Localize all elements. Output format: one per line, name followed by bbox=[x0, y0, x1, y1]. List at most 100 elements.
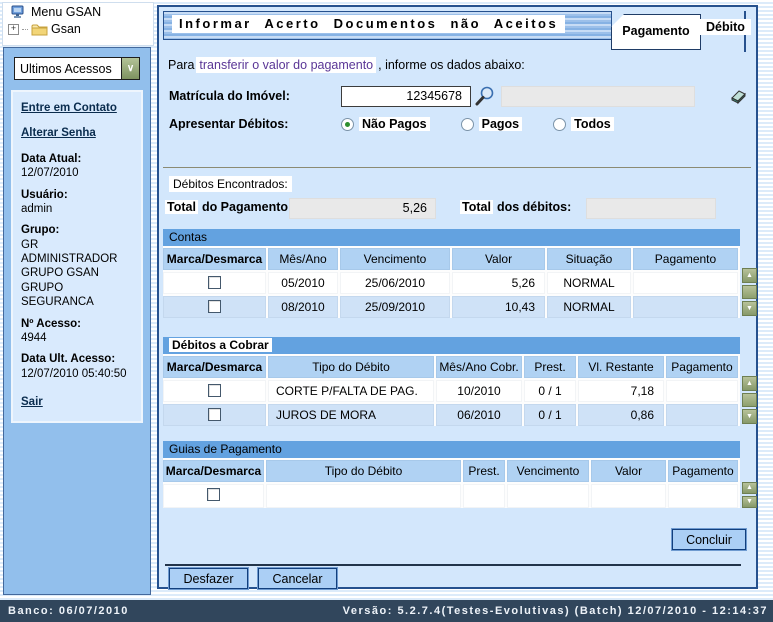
total-debitos-field bbox=[586, 198, 716, 219]
column-header: Vl. Restante bbox=[578, 356, 664, 378]
scrollbar-up-button[interactable]: ▲ bbox=[742, 376, 757, 391]
data-ult-acesso-label: Data Ult. Acesso: bbox=[21, 352, 135, 366]
radio-todos-label[interactable]: Todos bbox=[571, 117, 614, 131]
guias-scrollbar: ▲ ▼ bbox=[742, 482, 757, 508]
desfazer-button[interactable]: Desfazer bbox=[169, 568, 248, 589]
radio-nao-pagos[interactable] bbox=[341, 118, 354, 131]
cell-tipo-debito bbox=[266, 484, 461, 508]
cell-tipo-debito: CORTE P/FALTA DE PAG. bbox=[268, 380, 434, 402]
data-atual-value: 12/07/2010 bbox=[21, 166, 135, 180]
cell-pagamento bbox=[666, 404, 738, 426]
matricula-label: Matrícula do Imóvel: bbox=[169, 89, 341, 103]
column-header: Mês/Ano bbox=[268, 248, 338, 270]
usuario-value: admin bbox=[21, 202, 135, 216]
bottom-divider bbox=[165, 564, 741, 566]
search-icon[interactable] bbox=[474, 85, 495, 107]
matricula-name-field bbox=[501, 86, 695, 107]
main-panel: Informar Acerto Documentos não Aceitos P… bbox=[157, 5, 758, 589]
page-title: Informar Acerto Documentos não Aceitos bbox=[172, 15, 565, 33]
radio-pagos[interactable] bbox=[461, 118, 474, 131]
scrollbar-down-button[interactable]: ▼ bbox=[742, 409, 757, 424]
scrollbar-thumb[interactable] bbox=[742, 393, 757, 407]
usuario-label: Usuário: bbox=[21, 188, 135, 202]
menu-gsan-item[interactable]: Menu GSAN bbox=[3, 3, 153, 19]
cell-situacao: NORMAL bbox=[547, 272, 631, 294]
cell-mes-ano: 08/2010 bbox=[268, 296, 338, 318]
cancelar-button[interactable]: Cancelar bbox=[258, 568, 337, 589]
row-checkbox[interactable] bbox=[208, 276, 221, 289]
tree-connector bbox=[22, 29, 28, 30]
table-row: 08/2010 25/09/2010 10,43 NORMAL bbox=[163, 296, 740, 318]
debitos-table: Débitos a Cobrar Marca/Desmarca Tipo do … bbox=[163, 337, 740, 426]
table-row: JUROS DE MORA 06/2010 0 / 1 0,86 bbox=[163, 404, 740, 426]
table-row bbox=[163, 484, 740, 508]
column-header: Pagamento bbox=[668, 460, 738, 482]
scrollbar-down-button[interactable]: ▼ bbox=[742, 301, 757, 316]
ultimos-acessos-select[interactable]: Ultimos Acessos ∨ bbox=[14, 57, 140, 80]
menu-box: Menu GSAN + Gsan bbox=[2, 2, 154, 46]
contas-table: Contas Marca/Desmarca Mês/Ano Vencimento… bbox=[163, 229, 740, 318]
debitos-table-band: Débitos a Cobrar bbox=[163, 337, 740, 354]
num-acesso-value: 4944 bbox=[21, 331, 135, 345]
cell-valor: 10,43 bbox=[452, 296, 545, 318]
computer-icon bbox=[11, 5, 26, 19]
scrollbar-up-button[interactable]: ▲ bbox=[742, 268, 757, 283]
totals-row: Totaldo Pagamento: 5,26 Totaldos débitos… bbox=[163, 198, 755, 220]
cell-pagamento bbox=[666, 380, 738, 402]
column-header: Pagamento bbox=[633, 248, 738, 270]
radio-pagos-label[interactable]: Pagos bbox=[479, 117, 523, 131]
link-entre-em-contato[interactable]: Entre em Contato bbox=[21, 101, 135, 115]
row-checkbox[interactable] bbox=[207, 488, 220, 501]
tree-item-gsan[interactable]: + Gsan bbox=[3, 19, 153, 36]
total-pagamento-label: Totaldo Pagamento: bbox=[165, 200, 292, 214]
footer-bar: Banco: 06/07/2010 Versão: 5.2.7.4(Testes… bbox=[0, 600, 773, 622]
data-atual-label: Data Atual: bbox=[21, 152, 135, 166]
sidebar: Ultimos Acessos ∨ Entre em Contato Alter… bbox=[3, 47, 151, 595]
column-header: Pagamento bbox=[666, 356, 738, 378]
menu-gsan-label: Menu GSAN bbox=[31, 5, 101, 19]
user-info-panel: Entre em Contato Alterar Senha Data Atua… bbox=[11, 90, 143, 423]
data-ult-acesso-value: 12/07/2010 05:40:50 bbox=[21, 367, 135, 381]
footer-versao: Versão: 5.2.7.4(Testes-Evolutivas) (Batc… bbox=[343, 605, 773, 617]
row-checkbox[interactable] bbox=[208, 408, 221, 421]
tree-expander-icon[interactable]: + bbox=[8, 24, 19, 35]
cell-valor: 5,26 bbox=[452, 272, 545, 294]
link-alterar-senha[interactable]: Alterar Senha bbox=[21, 126, 135, 140]
scrollbar-thumb[interactable] bbox=[742, 285, 757, 299]
debitos-scrollbar: ▲ ▼ bbox=[742, 376, 757, 424]
intro-suffix: , informe os dados abaixo: bbox=[378, 58, 525, 72]
column-header: Tipo do Débito bbox=[268, 356, 434, 378]
intro-text: Paratransferir o valor do pagamento, inf… bbox=[168, 58, 525, 72]
tab-pagamento[interactable]: Pagamento bbox=[611, 14, 701, 50]
debitos-table-title: Débitos a Cobrar bbox=[169, 338, 272, 352]
cell-mes-ano-cobr: 06/2010 bbox=[436, 404, 522, 426]
num-acesso-label: Nº Acesso: bbox=[21, 317, 135, 331]
row-checkbox[interactable] bbox=[208, 384, 221, 397]
chevron-down-icon[interactable]: ∨ bbox=[121, 58, 139, 79]
column-header: Mês/Ano Cobr. bbox=[436, 356, 522, 378]
scrollbar-down-button[interactable]: ▼ bbox=[742, 496, 757, 508]
cell-vl-restante: 7,18 bbox=[578, 380, 664, 402]
row-checkbox[interactable] bbox=[208, 300, 221, 313]
column-header: Prest. bbox=[524, 356, 576, 378]
scrollbar-up-button[interactable]: ▲ bbox=[742, 482, 757, 494]
ultimos-acessos-value: Ultimos Acessos bbox=[20, 62, 112, 76]
total-pagamento-field: 5,26 bbox=[289, 198, 436, 219]
cell-pagamento bbox=[633, 296, 738, 318]
apresentar-radio-group: Não Pagos Pagos Todos bbox=[341, 117, 638, 131]
contas-header-row: Marca/Desmarca Mês/Ano Vencimento Valor … bbox=[163, 248, 740, 270]
column-header: Vencimento bbox=[340, 248, 450, 270]
cell-mes-ano: 05/2010 bbox=[268, 272, 338, 294]
debitos-encontrados-label: Débitos Encontrados: bbox=[169, 176, 292, 192]
tab-debito[interactable]: Débito bbox=[700, 19, 751, 35]
radio-todos[interactable] bbox=[553, 118, 566, 131]
concluir-button[interactable]: Concluir bbox=[672, 529, 746, 550]
link-sair[interactable]: Sair bbox=[21, 395, 135, 409]
table-row: 05/2010 25/06/2010 5,26 NORMAL bbox=[163, 272, 740, 294]
table-row: CORTE P/FALTA DE PAG. 10/2010 0 / 1 7,18 bbox=[163, 380, 740, 402]
guias-table-title: Guias de Pagamento bbox=[163, 441, 740, 458]
footer-banco: Banco: 06/07/2010 bbox=[0, 605, 129, 617]
matricula-input[interactable] bbox=[341, 86, 471, 107]
eraser-icon[interactable] bbox=[728, 88, 747, 105]
radio-nao-pagos-label[interactable]: Não Pagos bbox=[359, 117, 430, 131]
